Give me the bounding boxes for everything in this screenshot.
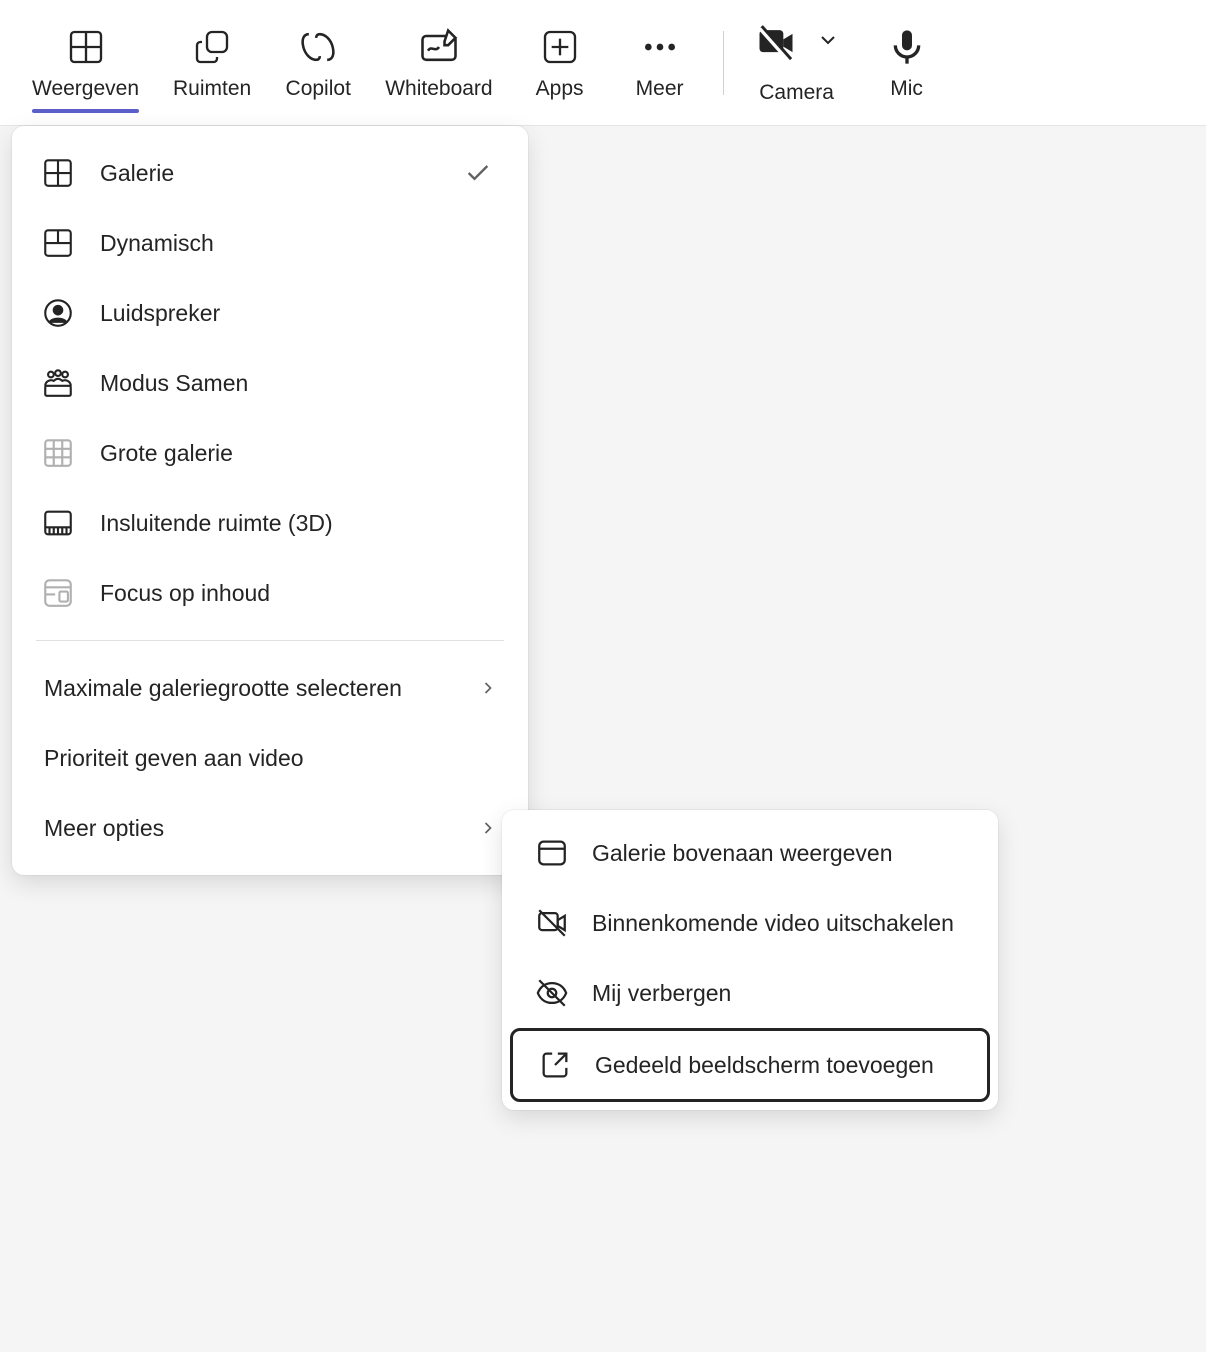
immersive-icon [40, 505, 76, 541]
more-icon [638, 25, 682, 69]
menu-item-label: Maximale galeriegrootte selecteren [44, 675, 452, 702]
check-icon [464, 159, 492, 187]
submenu-item-galerie-bovenaan[interactable]: Galerie bovenaan weergeven [510, 818, 990, 888]
submenu-item-mij-verbergen[interactable]: Mij verbergen [510, 958, 990, 1028]
menu-item-galerie[interactable]: Galerie [12, 138, 528, 208]
menu-item-label: Modus Samen [100, 370, 500, 397]
window-icon [534, 835, 570, 871]
menu-item-modus-samen[interactable]: Modus Samen [12, 348, 528, 418]
menu-item-label: Prioriteit geven aan video [44, 745, 500, 772]
menu-item-label: Luidspreker [100, 300, 500, 327]
together-mode-icon [40, 365, 76, 401]
menu-item-maximale-galeriegrootte[interactable]: Maximale galeriegrootte selecteren [12, 653, 528, 723]
toolbar: Weergeven Ruimten Copilot Whiteb [0, 0, 1206, 126]
toolbar-mic-button[interactable]: Mic [862, 15, 952, 111]
toolbar-label: Whiteboard [385, 77, 492, 101]
rooms-icon [190, 25, 234, 69]
dynamic-gallery-icon [40, 225, 76, 261]
toolbar-meer-button[interactable]: Meer [615, 15, 705, 111]
toolbar-apps-button[interactable]: Apps [515, 15, 605, 111]
toolbar-weergeven-button[interactable]: Weergeven [20, 15, 151, 111]
popout-icon [537, 1047, 573, 1083]
toolbar-label: Apps [536, 77, 584, 101]
submenu-item-label: Mij verbergen [592, 980, 966, 1007]
submenu-item-gedeeld-beeldscherm[interactable]: Gedeeld beeldscherm toevoegen [510, 1028, 990, 1102]
more-options-submenu: Galerie bovenaan weergeven Binnenkomende… [502, 810, 998, 1110]
menu-item-label: Focus op inhoud [100, 580, 500, 607]
toolbar-divider [723, 31, 724, 95]
large-gallery-icon [40, 435, 76, 471]
menu-item-prioriteit-video[interactable]: Prioriteit geven aan video [12, 723, 528, 793]
chevron-down-icon[interactable] [816, 28, 840, 57]
chevron-right-icon [476, 676, 500, 700]
submenu-item-label: Binnenkomende video uitschakelen [592, 910, 966, 937]
menu-item-focus-op-inhoud[interactable]: Focus op inhoud [12, 558, 528, 628]
speaker-icon [40, 295, 76, 331]
focus-content-icon [40, 575, 76, 611]
toolbar-ruimten-button[interactable]: Ruimten [161, 15, 263, 111]
menu-item-label: Grote galerie [100, 440, 500, 467]
toolbar-label: Meer [636, 77, 684, 101]
video-off-icon [534, 905, 570, 941]
submenu-item-binnenkomende-video[interactable]: Binnenkomende video uitschakelen [510, 888, 990, 958]
toolbar-label: Mic [890, 77, 923, 101]
menu-item-insluitende-ruimte[interactable]: Insluitende ruimte (3D) [12, 488, 528, 558]
submenu-item-label: Gedeeld beeldscherm toevoegen [595, 1052, 963, 1079]
gallery-icon [64, 25, 108, 69]
chevron-right-icon [476, 816, 500, 840]
toolbar-label: Weergeven [32, 77, 139, 101]
menu-item-label: Galerie [100, 160, 440, 187]
gallery-icon [40, 155, 76, 191]
menu-item-luidspreker[interactable]: Luidspreker [12, 278, 528, 348]
view-dropdown-menu: Galerie Dynamisch Luidspreker [12, 126, 528, 875]
toolbar-copilot-button[interactable]: Copilot [273, 15, 363, 111]
menu-divider [36, 640, 504, 641]
submenu-item-label: Galerie bovenaan weergeven [592, 840, 966, 867]
menu-item-grote-galerie[interactable]: Grote galerie [12, 418, 528, 488]
toolbar-label: Camera [759, 81, 834, 104]
toolbar-label: Ruimten [173, 77, 251, 101]
menu-item-meer-opties[interactable]: Meer opties [12, 793, 528, 863]
menu-item-label: Dynamisch [100, 230, 500, 257]
mic-icon [885, 25, 929, 69]
toolbar-label: Copilot [286, 77, 351, 101]
whiteboard-icon [417, 25, 461, 69]
copilot-icon [296, 25, 340, 69]
apps-icon [538, 25, 582, 69]
toolbar-camera-button[interactable]: Camera [742, 11, 852, 115]
camera-off-icon [754, 21, 798, 65]
menu-item-dynamisch[interactable]: Dynamisch [12, 208, 528, 278]
menu-item-label: Insluitende ruimte (3D) [100, 510, 500, 537]
eye-off-icon [534, 975, 570, 1011]
toolbar-whiteboard-button[interactable]: Whiteboard [373, 15, 504, 111]
menu-item-label: Meer opties [44, 815, 452, 842]
